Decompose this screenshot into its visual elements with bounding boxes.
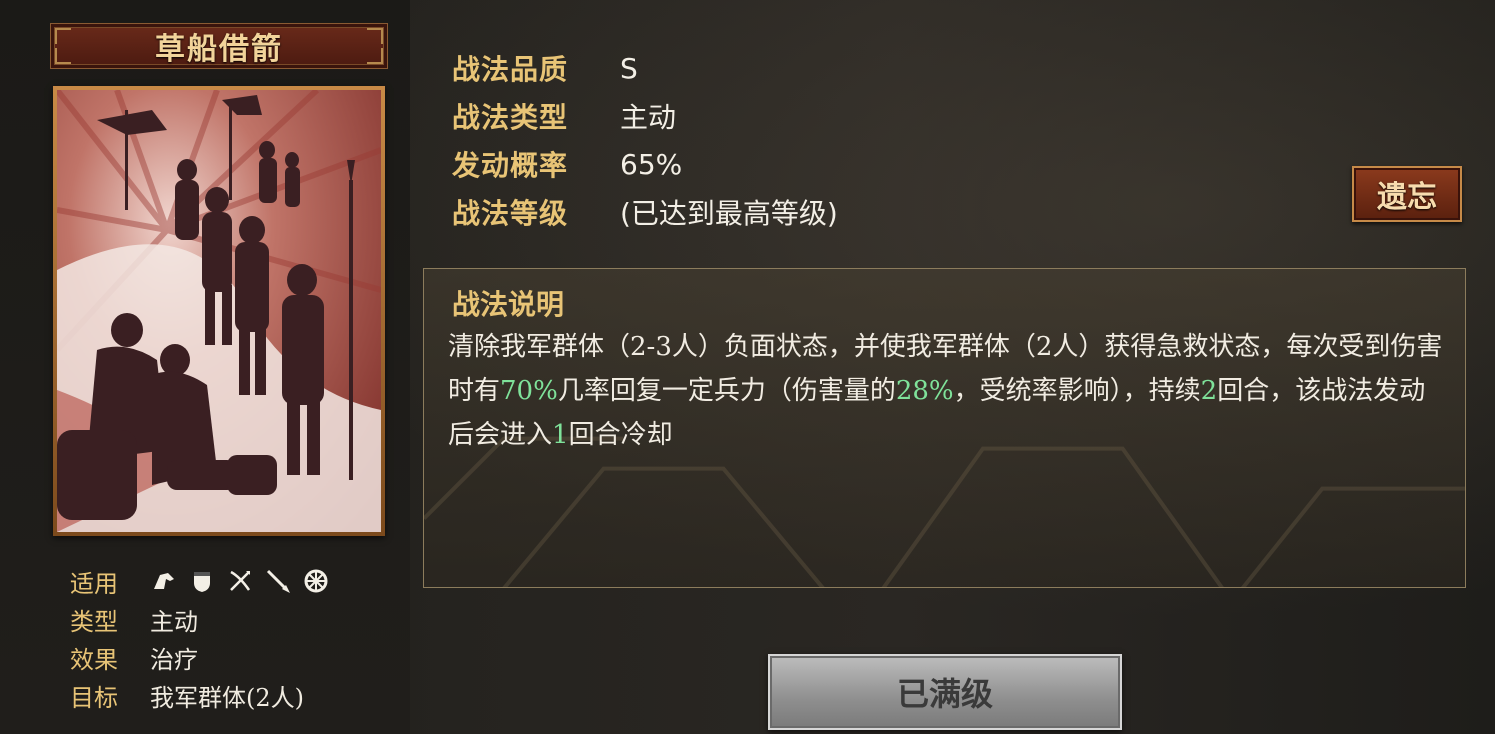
skill-illustration bbox=[57, 90, 381, 532]
type-label: 类型 bbox=[70, 607, 118, 636]
skill-attributes: 战法品质 S 战法类型 主动 发动概率 65% 战法等级 (已达到最高等级) bbox=[452, 44, 838, 236]
target-value: 我军群体(2人) bbox=[150, 683, 304, 712]
archer-icon bbox=[230, 570, 251, 591]
attr-type-row: 战法类型 主动 bbox=[452, 92, 838, 140]
max-level-button[interactable]: 已满级 bbox=[768, 654, 1122, 730]
attr-probability-row: 发动概率 65% bbox=[452, 140, 838, 188]
quality-label: 战法品质 bbox=[452, 53, 569, 86]
skill-title-banner: 草船借箭 bbox=[50, 23, 388, 69]
target-label: 目标 bbox=[70, 683, 118, 712]
cavalry-icon bbox=[154, 573, 174, 589]
description-title: 战法说明 bbox=[452, 288, 565, 321]
applicable-label: 适用 bbox=[70, 569, 118, 598]
meta-applicable-row: 适用 bbox=[70, 562, 390, 600]
skill-meta-info: 适用 类型 主动 效果 治疗 目标 我军群体(2人) bbox=[70, 562, 390, 714]
desc-part: ，受统率影响），持续 bbox=[953, 376, 1201, 406]
desc-highlight: 2 bbox=[1200, 376, 1218, 406]
siege-icon bbox=[304, 569, 328, 593]
meta-type-row: 类型 主动 bbox=[70, 600, 390, 638]
quality-value: S bbox=[620, 51, 638, 85]
skill-type-value: 主动 bbox=[620, 101, 677, 134]
description-panel: 战法说明 清除我军群体（2-3人）负面状态，并使我军群体（2人）获得急救状态，每… bbox=[423, 268, 1466, 588]
shield-icon bbox=[194, 572, 210, 592]
skill-card-panel: 草船借箭 适用 类型 主动 效果 治疗 目标 我军群体(2人) bbox=[0, 0, 410, 734]
meta-effect-row: 效果 治疗 bbox=[70, 638, 390, 676]
desc-highlight: 28% bbox=[895, 376, 954, 406]
probability-label: 发动概率 bbox=[452, 149, 569, 182]
skill-card-art bbox=[53, 86, 385, 536]
desc-highlight: 70% bbox=[500, 376, 558, 406]
desc-highlight: 1 bbox=[552, 420, 569, 450]
attr-level-row: 战法等级 (已达到最高等级) bbox=[452, 188, 838, 236]
meta-target-row: 目标 我军群体(2人) bbox=[70, 676, 390, 714]
effect-value: 治疗 bbox=[150, 645, 198, 674]
level-label: 战法等级 bbox=[452, 197, 569, 230]
desc-part: 回合冷却 bbox=[568, 420, 673, 450]
probability-value: 65% bbox=[620, 147, 683, 181]
attr-quality-row: 战法品质 S bbox=[452, 44, 838, 92]
forget-button[interactable]: 遗忘 bbox=[1352, 166, 1462, 222]
level-value: (已达到最高等级) bbox=[620, 197, 838, 230]
desc-part: 几率回复一定兵力（伤害量的 bbox=[557, 376, 896, 406]
type-value: 主动 bbox=[150, 607, 198, 636]
description-text: 清除我军群体（2-3人）负面状态，并使我军群体（2人）获得急救状态，每次受到伤害… bbox=[448, 325, 1448, 457]
spear-icon bbox=[266, 569, 290, 593]
effect-label: 效果 bbox=[70, 645, 118, 674]
skill-name: 草船借箭 bbox=[155, 32, 283, 67]
skill-type-label: 战法类型 bbox=[452, 101, 569, 134]
troop-type-icons bbox=[150, 567, 330, 595]
